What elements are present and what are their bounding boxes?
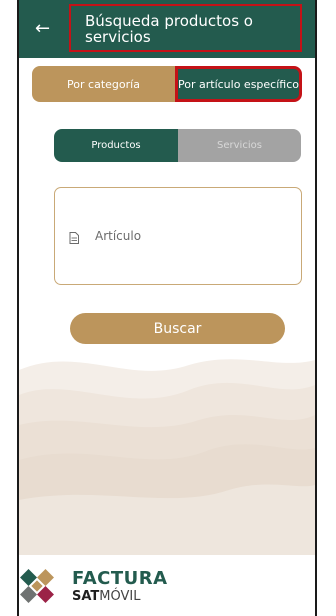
back-arrow-icon[interactable]: ← <box>35 20 50 38</box>
brand-movil: MÓVIL <box>99 589 141 604</box>
decorative-waves <box>19 359 315 555</box>
article-placeholder: Artículo <box>95 229 142 243</box>
brand-sat: SAT <box>72 589 100 604</box>
type-toggle: Productos Servicios <box>54 129 301 162</box>
app-screen: ← Búsqueda productos o servicios Por cat… <box>17 0 317 616</box>
brand-sat-movil: SATMÓVIL <box>72 589 141 604</box>
page-title: Búsqueda productos o servicios <box>85 12 253 46</box>
tab-servicios[interactable]: Servicios <box>178 129 301 162</box>
factura-sat-logo-icon <box>20 569 54 603</box>
document-icon <box>69 232 79 244</box>
tab-por-categoria[interactable]: Por categoría <box>32 66 175 102</box>
search-mode-toggle: Por categoría Por artículo específico <box>32 66 302 102</box>
app-header: ← Búsqueda productos o servicios <box>19 0 315 58</box>
tab-productos[interactable]: Productos <box>54 129 178 162</box>
article-input[interactable]: Artículo <box>54 187 302 285</box>
tab-por-articulo-especifico[interactable]: Por artículo específico <box>175 66 302 102</box>
brand-factura: FACTURA <box>72 568 168 589</box>
